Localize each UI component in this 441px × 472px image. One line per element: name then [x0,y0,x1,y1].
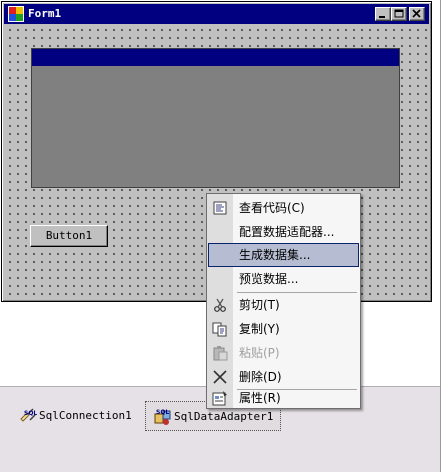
menu-item-label: 生成数据集... [239,248,311,262]
paste-icon [213,346,228,361]
title-bar[interactable]: Form1 [4,4,429,24]
window-title: Form1 [28,7,62,20]
menu-item-preview-data[interactable]: 预览数据... [208,267,359,291]
button1[interactable]: Button1 [30,225,108,247]
maximize-icon [394,9,404,18]
context-menu[interactable]: 查看代码(C) 配置数据适配器... 生成数据集... 预览数据... 剪切(T… [206,193,361,409]
menu-item-label: 查看代码(C) [239,201,305,215]
menu-item-paste[interactable]: 粘贴(P) [208,341,359,365]
menu-item-copy[interactable]: 复制(Y) [208,317,359,341]
menu-item-generate-dataset[interactable]: 生成数据集... [208,243,359,267]
menu-item-label: 配置数据适配器... [239,225,335,239]
form-app-icon [8,6,24,22]
menu-item-cut[interactable]: 剪切(T) [208,293,359,317]
menu-item-properties[interactable]: 属性(R) [208,386,359,410]
copy-icon [212,322,227,337]
scissors-icon [214,298,226,312]
data-grid[interactable] [31,48,400,188]
designer-surface: Form1 Button1 SQL SqlConnection1 SQL Sql… [0,0,441,472]
menu-item-label: 复制(Y) [239,322,280,336]
maximize-button[interactable] [391,7,407,21]
data-grid-caption-bar [32,49,399,66]
properties-icon [212,391,227,406]
menu-item-label: 属性(R) [239,391,281,405]
tray-item-label: SqlConnection1 [39,409,132,422]
menu-item-configure-adapter[interactable]: 配置数据适配器... [208,220,359,244]
close-icon [412,9,421,18]
sql-data-adapter-icon: SQL [154,409,171,425]
menu-item-label: 预览数据... [239,272,299,286]
minimize-button[interactable] [375,7,391,21]
tray-item-sqlconnection[interactable]: SQL SqlConnection1 [19,405,139,427]
minimize-icon [379,16,385,18]
sql-connection-icon: SQL [20,408,37,422]
menu-item-view-code[interactable]: 查看代码(C) [208,196,359,220]
svg-text:SQL: SQL [156,409,169,416]
delete-x-icon [213,370,227,384]
tray-item-label: SqlDataAdapter1 [174,410,274,423]
menu-item-label: 粘贴(P) [239,346,280,360]
close-button[interactable] [409,7,425,21]
menu-item-label: 删除(D) [239,370,282,384]
svg-text:SQL: SQL [24,410,37,417]
view-code-icon [213,201,227,215]
menu-item-label: 剪切(T) [239,298,280,312]
